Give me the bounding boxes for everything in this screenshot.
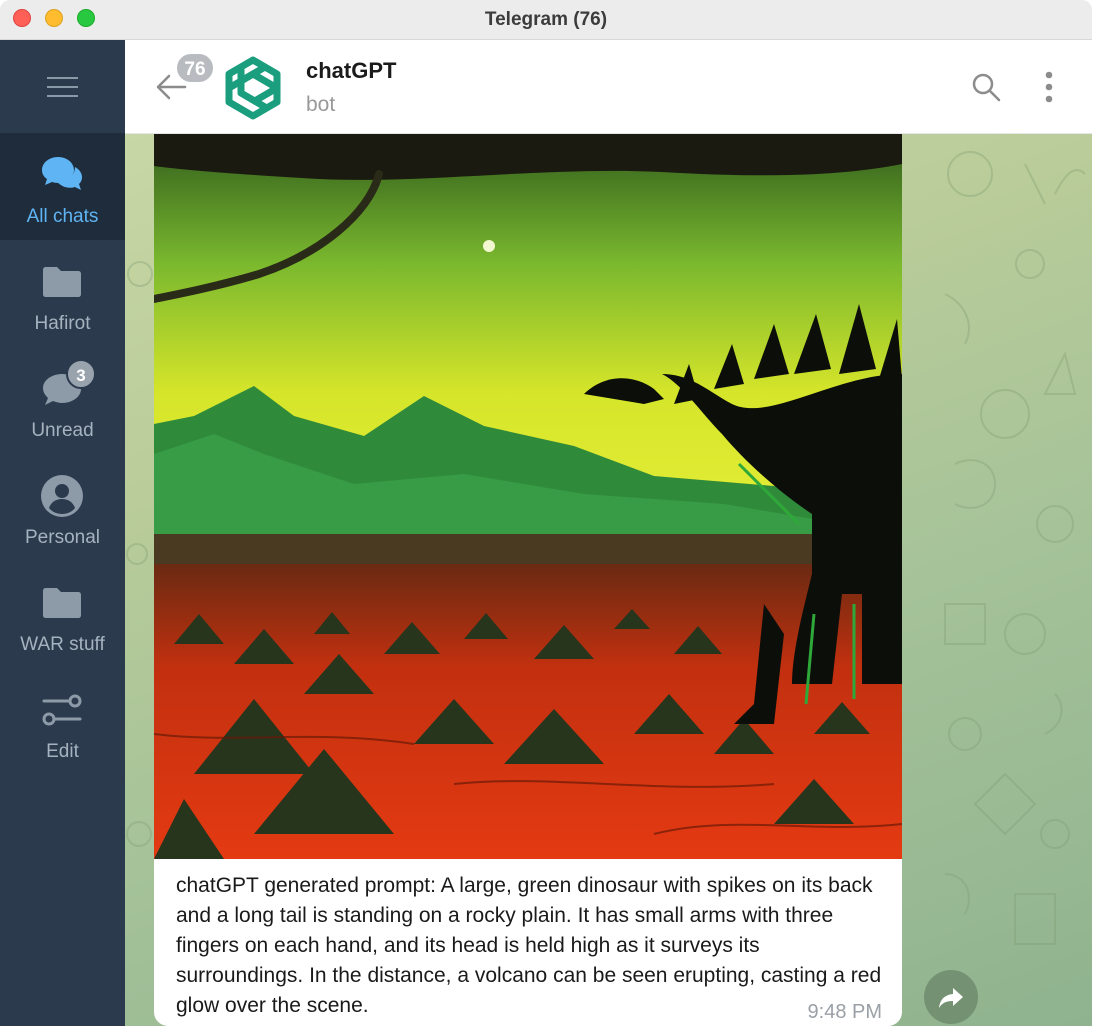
folder-label: WAR stuff: [20, 634, 105, 655]
folder-label: Hafirot: [34, 313, 91, 334]
title-bar: Telegram (76): [0, 0, 1092, 40]
forward-button[interactable]: [924, 970, 978, 1024]
folder-icon: [43, 588, 81, 618]
folder-personal[interactable]: Personal: [0, 454, 125, 561]
chats-icon: [42, 157, 82, 190]
telegram-window: Telegram (76) All chats Hafirot 3 Unread: [0, 0, 1092, 1026]
folder-edit[interactable]: Edit: [0, 668, 125, 775]
unread-badge: 3: [66, 359, 96, 389]
folder-all-chats[interactable]: All chats: [0, 133, 125, 240]
chat-title: chatGPT: [306, 58, 397, 83]
folder-war-stuff[interactable]: WAR stuff: [0, 561, 125, 668]
folder-label: All chats: [26, 206, 99, 227]
openai-logo-icon[interactable]: [215, 50, 291, 126]
chat-header: 76 chatGPT bot: [125, 40, 1092, 134]
unread-count-badge: 76: [175, 52, 215, 84]
folder-sidebar: All chats Hafirot 3 Unread Personal WAR …: [0, 40, 125, 1026]
chat-status: bot: [306, 93, 336, 116]
folder-unread[interactable]: 3 Unread: [0, 347, 125, 454]
message-list[interactable]: chatGPT generated prompt: A large, green…: [125, 134, 1092, 1026]
hamburger-icon[interactable]: [0, 40, 125, 133]
more-vertical-icon[interactable]: [1039, 70, 1059, 104]
window-title: Telegram (76): [484, 9, 608, 30]
folder-label: Unread: [31, 420, 94, 441]
person-icon: [41, 475, 83, 517]
message-time: 9:48 PM: [807, 1001, 882, 1023]
folder-label: Edit: [46, 741, 79, 762]
folder-label: Personal: [25, 527, 100, 548]
sliders-icon: [42, 694, 82, 726]
dinosaur-image[interactable]: [154, 134, 902, 859]
folder-hafirot[interactable]: Hafirot: [0, 240, 125, 347]
message-caption: chatGPT generated prompt: A large, green…: [176, 874, 882, 1017]
search-icon[interactable]: [971, 72, 1001, 102]
share-arrow-icon: [939, 988, 963, 1008]
folder-icon: [43, 267, 81, 297]
message-bubble[interactable]: chatGPT generated prompt: A large, green…: [154, 134, 902, 1026]
